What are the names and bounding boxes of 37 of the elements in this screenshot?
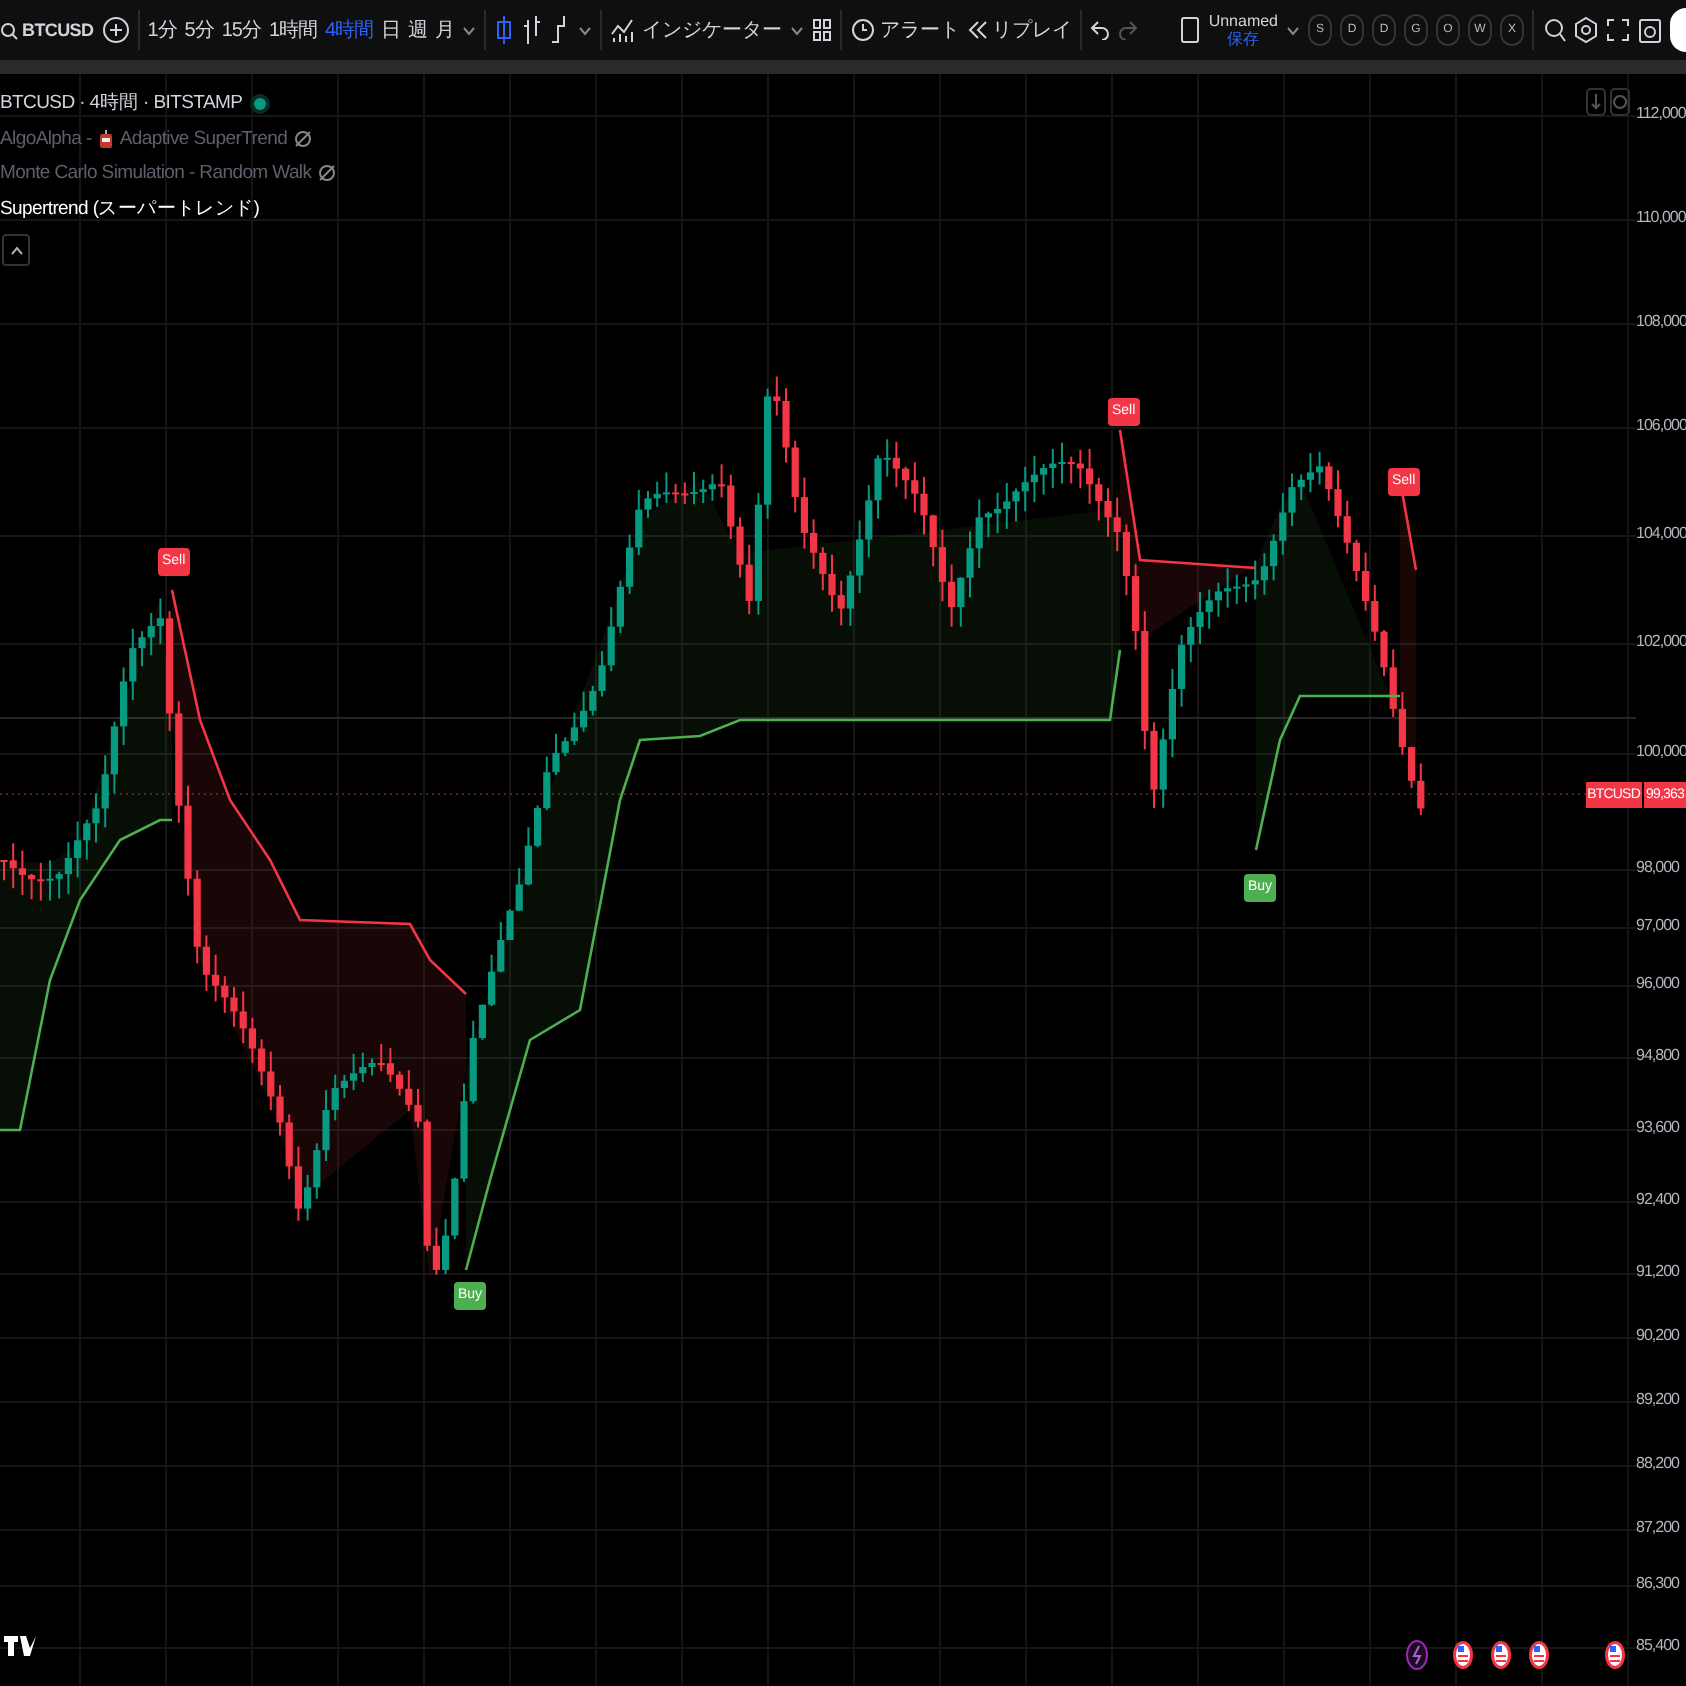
price-tick: 112,000	[1636, 104, 1686, 122]
interval-button[interactable]: 週	[408, 16, 428, 44]
symbol-search[interactable]: BTCUSD	[0, 20, 94, 40]
price-tick: 106,000	[1636, 416, 1686, 434]
price-tick: 96,000	[1636, 974, 1679, 992]
price-tick: 85,400	[1636, 1636, 1679, 1654]
interval-button[interactable]: 1分	[147, 16, 177, 44]
price-tick: 91,200	[1636, 1262, 1679, 1280]
price-tick: 98,000	[1636, 858, 1679, 876]
save-link[interactable]: 保存	[1227, 30, 1260, 48]
price-tick: 97,000	[1636, 916, 1679, 934]
interval-button[interactable]: 月	[435, 16, 455, 44]
price-tick: 89,200	[1636, 1390, 1679, 1408]
indicator-label[interactable]: AlgoAlpha -	[0, 128, 92, 150]
alert-button[interactable]: アラート	[850, 16, 961, 44]
interval-button[interactable]: 5分	[184, 16, 214, 44]
price-tick: 100,000	[1636, 742, 1686, 760]
interval-button[interactable]: 日	[381, 16, 401, 44]
indicators-button[interactable]: インジケーター	[610, 16, 783, 44]
price-tick: 88,200	[1636, 1454, 1679, 1472]
interval-button[interactable]: 4時間	[325, 16, 374, 44]
interval-button[interactable]: 15分	[221, 16, 261, 44]
price-tick: 94,800	[1636, 1046, 1679, 1064]
price-tick: 102,000	[1636, 632, 1686, 650]
interval-button[interactable]: 1時間	[268, 16, 318, 44]
price-tick: 93,600	[1636, 1118, 1679, 1136]
legend-title: BTCUSD · 4時間 · BITSTAMP	[0, 90, 336, 116]
replay-button[interactable]: リプレイ	[968, 16, 1073, 44]
price-tick: 104,000	[1636, 524, 1686, 542]
indicator-label[interactable]: Supertrend (スーパートレンド)	[0, 196, 260, 222]
price-tick: 86,300	[1636, 1574, 1679, 1592]
price-tick: 108,000	[1636, 312, 1686, 330]
layout-name[interactable]: Unnamed	[1208, 12, 1278, 30]
price-tick: 87,200	[1636, 1518, 1679, 1536]
price-tick: 110,000	[1636, 208, 1686, 226]
price-tick: 92,400	[1636, 1190, 1679, 1208]
price-tick: 90,200	[1636, 1326, 1679, 1344]
